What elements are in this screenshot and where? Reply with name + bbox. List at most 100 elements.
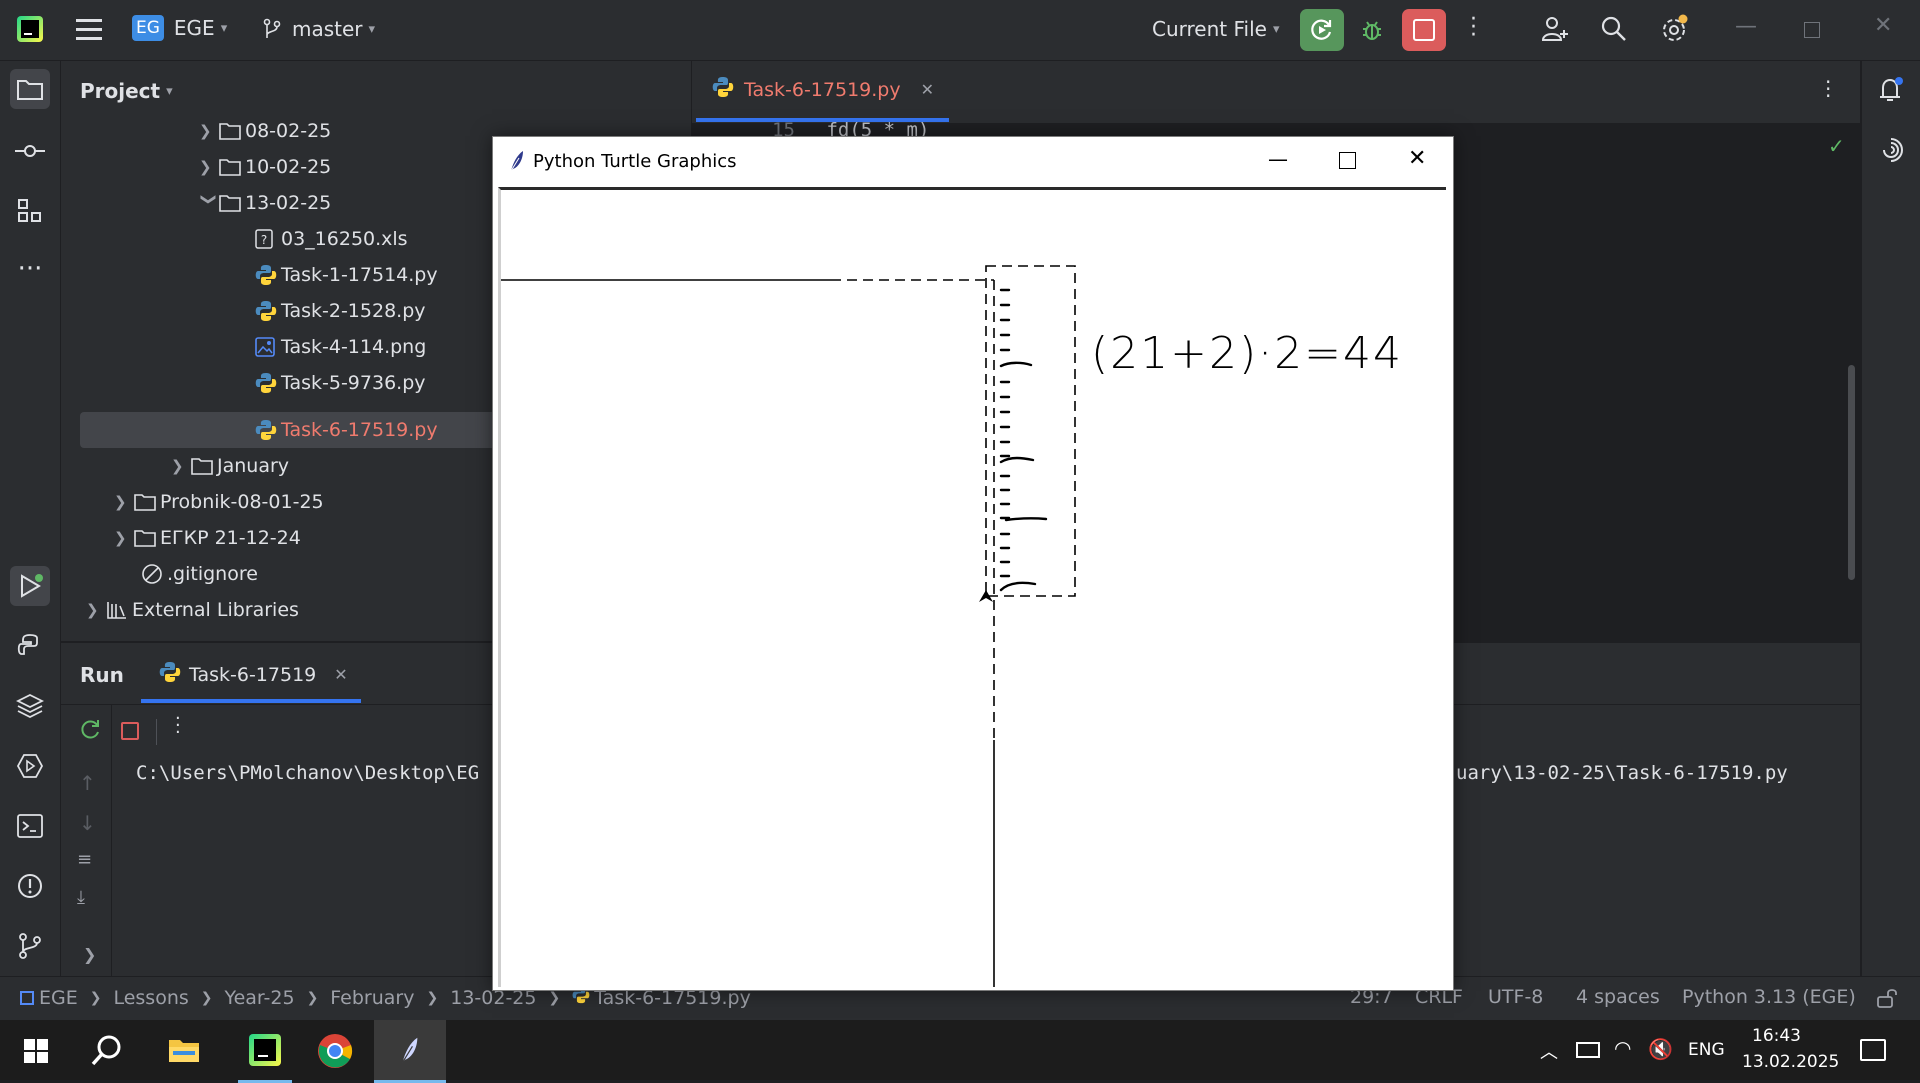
search-icon[interactable]: [1600, 15, 1628, 47]
tree-file-task-1[interactable]: Task-1-17514.py: [255, 257, 438, 293]
scroll-up-icon[interactable]: ↑: [79, 771, 96, 795]
folder-icon: [17, 80, 43, 100]
soft-wrap-icon[interactable]: ≡: [77, 849, 92, 870]
tree-external-libraries[interactable]: ❯ External Libraries: [86, 592, 299, 628]
handwritten-note: (21+2)·2=44: [1091, 328, 1404, 379]
tree-file-task-4[interactable]: Task-4-114.png: [255, 329, 426, 365]
editor-scrollbar[interactable]: [1848, 365, 1855, 580]
tree-item-label: January: [217, 455, 290, 477]
ai-assistant-icon[interactable]: [1877, 136, 1905, 168]
clock-time[interactable]: 16:43: [1752, 1026, 1801, 1046]
branch-switcher[interactable]: master ▾: [262, 17, 375, 41]
structure-icon: [18, 199, 41, 222]
turtle-minimize-button[interactable]: —: [1268, 147, 1288, 171]
tree-file-task-5[interactable]: Task-5-9736.py: [255, 365, 426, 401]
close-tab-icon[interactable]: ✕: [334, 665, 347, 684]
expand-chevron-icon[interactable]: ❯: [83, 945, 96, 964]
taskbar-search-icon[interactable]: [90, 1033, 124, 1071]
turtle-close-button[interactable]: ✕: [1408, 146, 1426, 171]
breadcrumb-item[interactable]: EGE: [39, 987, 78, 1009]
run-tab-underline: [141, 699, 361, 703]
indent-setting[interactable]: 4 spaces: [1576, 986, 1660, 1008]
python-packages-button[interactable]: [10, 686, 50, 726]
python-console-button[interactable]: [10, 626, 50, 666]
window-restore-button[interactable]: [1804, 22, 1820, 38]
editor-tab-task-6[interactable]: Task-6-17519.py ✕: [712, 76, 934, 103]
more-actions-icon[interactable]: · · ·: [1470, 9, 1477, 47]
file-encoding[interactable]: UTF-8: [1488, 986, 1543, 1008]
close-tab-icon[interactable]: ✕: [921, 80, 934, 99]
window-close-button[interactable]: ✕: [1874, 13, 1892, 38]
editor-more-icon[interactable]: · · ·: [1825, 72, 1831, 106]
windows-start-icon[interactable]: [24, 1039, 48, 1063]
stop-button[interactable]: [1402, 9, 1446, 51]
stop-small-icon[interactable]: [121, 722, 139, 740]
debug-button[interactable]: [1354, 12, 1390, 48]
run-config-selector[interactable]: Current File ▾: [1152, 17, 1279, 41]
tree-item-label: Task-2-1528.py: [281, 300, 426, 322]
chevron-down-icon: ▾: [220, 20, 228, 36]
input-language[interactable]: ENG: [1688, 1040, 1725, 1060]
tree-folder-08-02-25[interactable]: ❯ 08-02-25: [199, 113, 331, 149]
project-tool-button[interactable]: [10, 69, 50, 109]
rerun-button[interactable]: [1300, 9, 1344, 51]
svg-text:?: ?: [261, 233, 267, 247]
main-menu-icon[interactable]: [76, 19, 102, 41]
clock-date[interactable]: 13.02.2025: [1742, 1052, 1839, 1072]
tree-folder-egkr[interactable]: ❯ ЕГКР 21-12-24: [114, 520, 301, 556]
tree-file-task-6[interactable]: Task-6-17519.py: [255, 412, 438, 448]
tree-folder-13-02-25[interactable]: ❯ 13-02-25: [199, 185, 331, 221]
file-explorer-icon[interactable]: [167, 1036, 201, 1068]
tree-folder-probnik[interactable]: ❯ Probnik-08-01-25: [114, 484, 324, 520]
settings-gear-icon[interactable]: [1660, 14, 1690, 48]
unlock-icon[interactable]: [1876, 987, 1898, 1014]
code-with-me-icon[interactable]: [1540, 14, 1570, 48]
window-minimize-button[interactable]: —: [1735, 14, 1757, 39]
problems-button[interactable]: [10, 866, 50, 906]
tree-file-gitignore[interactable]: .gitignore: [141, 556, 258, 592]
turtle-maximize-button[interactable]: [1339, 152, 1356, 169]
editor-code-line[interactable]: 15 fd(5 * m): [700, 119, 929, 137]
tree-folder-january[interactable]: ❯ January: [171, 448, 289, 484]
structure-tool-button[interactable]: [10, 191, 50, 231]
turtle-graphics-window[interactable]: Python Turtle Graphics — ✕ (21+2)·2=44: [492, 136, 1454, 991]
terminal-button[interactable]: [10, 806, 50, 846]
run-more-icon[interactable]: · · ·: [175, 710, 181, 742]
project-panel-header[interactable]: Project ▾: [80, 79, 173, 103]
python-interpreter[interactable]: Python 3.13 (EGE): [1682, 986, 1856, 1008]
turtle-window-titlebar[interactable]: Python Turtle Graphics — ✕: [493, 137, 1453, 187]
breadcrumb-item[interactable]: February: [330, 987, 414, 1009]
version-control-button[interactable]: [10, 926, 50, 966]
turtle-canvas[interactable]: (21+2)·2=44: [498, 187, 1446, 987]
taskbar-pycharm-icon[interactable]: [238, 1030, 292, 1083]
no-problems-check-icon[interactable]: ✓: [1828, 134, 1845, 158]
tree-file-task-2[interactable]: Task-2-1528.py: [255, 293, 426, 329]
project-switcher[interactable]: EG EGE ▾: [132, 15, 227, 41]
notifications-bell-icon[interactable]: [1876, 75, 1906, 109]
scroll-to-end-icon[interactable]: ⤓: [77, 887, 85, 908]
tree-item-label: 03_16250.xls: [281, 228, 408, 250]
battery-icon[interactable]: [1576, 1042, 1600, 1058]
line-number: 15: [772, 119, 795, 137]
more-tools-icon[interactable]: ···: [10, 249, 50, 289]
taskbar-python-turtle-icon[interactable]: [374, 1020, 446, 1083]
notification-center-icon[interactable]: [1860, 1039, 1886, 1061]
services-button[interactable]: [10, 746, 50, 786]
layers-icon: [16, 693, 44, 719]
run-tool-button[interactable]: [10, 566, 50, 606]
breadcrumb-item[interactable]: Lessons: [113, 987, 188, 1009]
breadcrumb-item[interactable]: Year-25: [225, 987, 295, 1009]
run-tab-task-6[interactable]: Task-6-17519 ✕: [159, 661, 348, 688]
commit-icon: [15, 145, 45, 157]
speaker-muted-icon[interactable]: 🔇: [1648, 1037, 1673, 1061]
tray-overflow-chevron-icon[interactable]: ︿: [1540, 1038, 1558, 1064]
tree-file-xls[interactable]: ? 03_16250.xls: [255, 221, 408, 257]
chevron-right-icon: ❯: [114, 529, 127, 547]
scroll-down-icon[interactable]: ↓: [79, 811, 96, 835]
tree-folder-10-02-25[interactable]: ❯ 10-02-25: [199, 149, 331, 185]
tree-item-label: Task-6-17519.py: [281, 419, 438, 441]
commit-tool-button[interactable]: [10, 131, 50, 171]
wifi-icon[interactable]: ◠: [1614, 1036, 1631, 1060]
pycharm-logo-icon[interactable]: [17, 16, 43, 42]
chrome-icon[interactable]: [317, 1033, 353, 1073]
